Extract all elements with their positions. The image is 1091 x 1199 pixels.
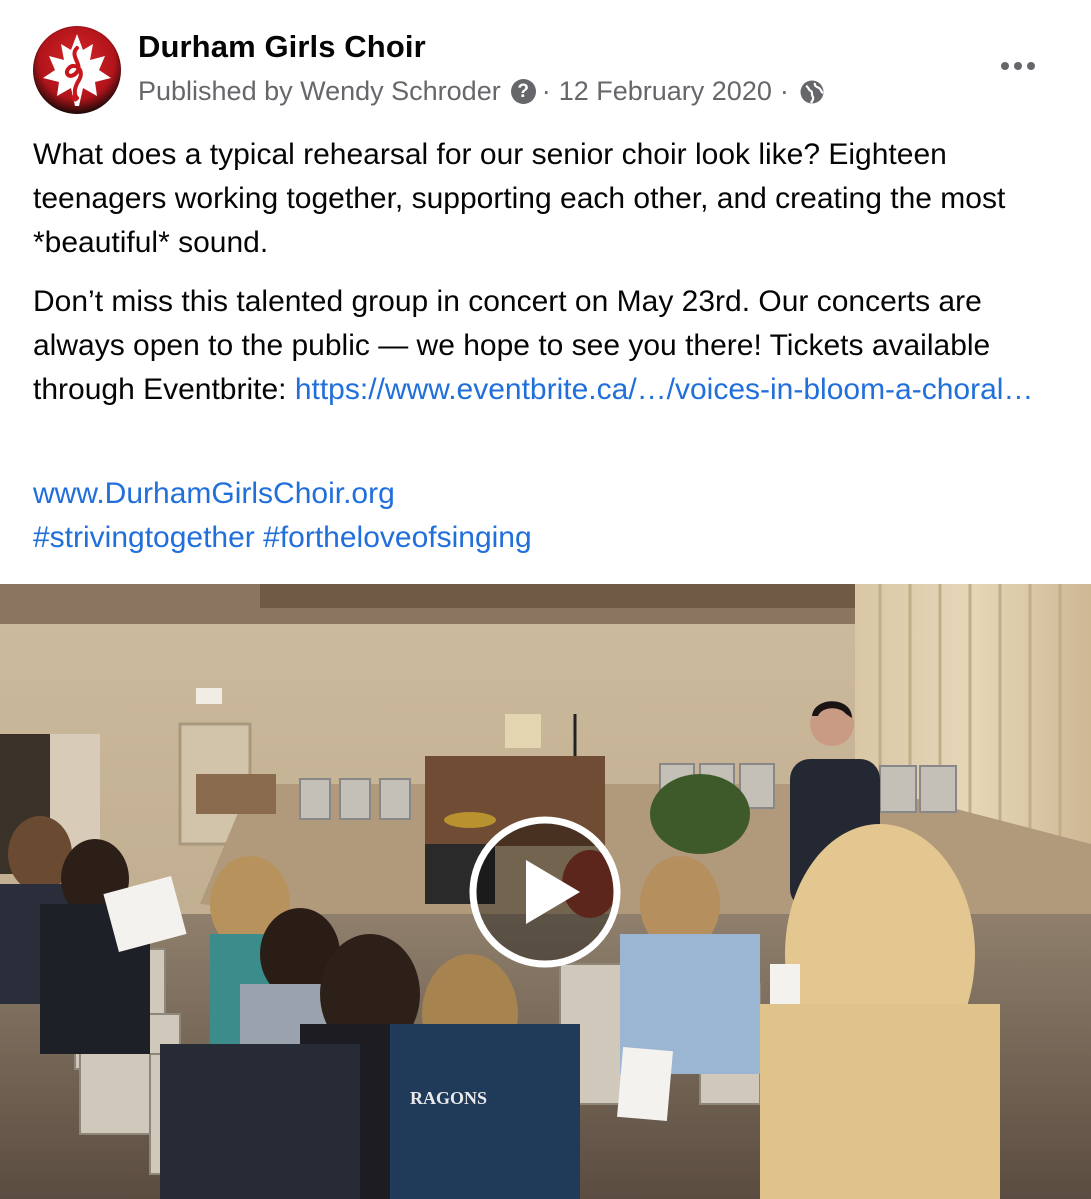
post-paragraph-1: What does a typical rehearsal for our se… xyxy=(33,138,1006,259)
more-options-button[interactable] xyxy=(994,50,1042,82)
hashtag-link[interactable]: #fortheloveofsinging xyxy=(263,521,532,554)
more-dot xyxy=(1014,62,1022,70)
help-icon[interactable]: ? xyxy=(510,79,536,104)
jacket-text: RAGONS xyxy=(410,1088,487,1108)
separator: · xyxy=(541,76,551,106)
more-dot xyxy=(1001,62,1009,70)
page-avatar[interactable] xyxy=(33,26,121,114)
facebook-post: Durham Girls Choir Published by Wendy Sc… xyxy=(0,0,1091,1199)
post-date[interactable]: 12 February 2020 xyxy=(559,76,772,107)
published-by: Published by Wendy Schroder xyxy=(138,76,501,106)
page-name-link[interactable]: Durham Girls Choir xyxy=(138,29,426,65)
post-paragraph-2: Don’t miss this talented group in concer… xyxy=(33,280,1063,412)
separator: · xyxy=(779,76,789,106)
eventbrite-link[interactable]: https://www.eventbrite.ca/…/voices-in-bl… xyxy=(295,373,1034,406)
more-dot xyxy=(1027,62,1035,70)
website-link[interactable]: www.DurhamGirlsChoir.org xyxy=(33,477,395,510)
play-icon[interactable] xyxy=(468,815,622,969)
post-links: www.DurhamGirlsChoir.org #strivingtogeth… xyxy=(33,472,1063,560)
post-meta: Published by Wendy Schroder ? · 12 Febru… xyxy=(138,76,825,107)
choir-logo-icon xyxy=(43,34,111,106)
hashtag-link[interactable]: #strivingtogether xyxy=(33,521,255,554)
globe-icon[interactable] xyxy=(799,79,825,105)
